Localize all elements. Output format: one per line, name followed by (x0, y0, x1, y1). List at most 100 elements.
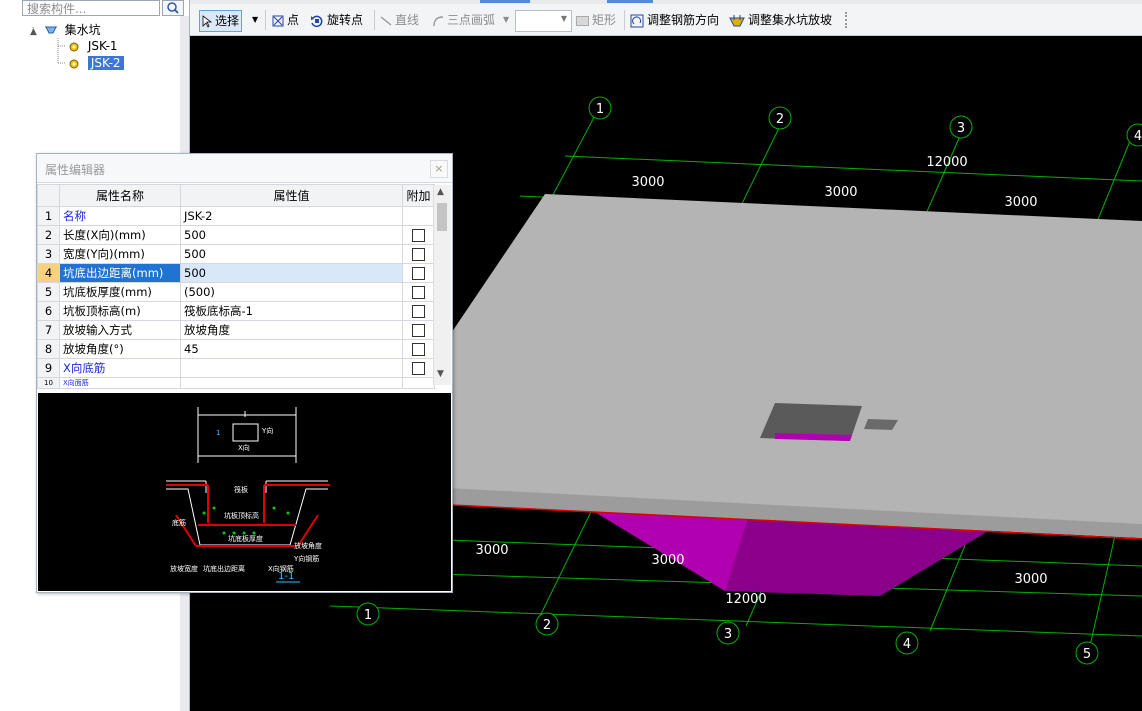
point-label: 点 (287, 13, 300, 27)
extra-checkbox[interactable] (412, 286, 425, 299)
toolbar-grip (845, 12, 849, 28)
axis-label-top-2: 2 (776, 112, 784, 127)
preview-mark-1: 1 (216, 429, 220, 437)
extra-checkbox[interactable] (412, 248, 425, 261)
preview-label-slope-angle: 放坡角度 (294, 541, 322, 550)
property-row[interactable]: 10 X向面筋 (37, 377, 435, 389)
dim-top-total: 12000 (926, 155, 967, 170)
row-number: 9 (37, 358, 60, 378)
preview-label-top-elev: 坑板顶标高 (224, 511, 259, 520)
dim-top-1: 3000 (631, 175, 664, 190)
property-row[interactable]: 9 X向底筋 (37, 358, 435, 378)
row-number: 1 (37, 206, 60, 226)
pit-section-preview: 1 X向 Y向 坑板顶标高 坑底板厚度 放坡角度 Y向钢筋 X向钢筋 放坡宽度 … (38, 393, 451, 591)
property-value[interactable]: 放坡角度 (180, 320, 403, 340)
grid-header-row: 属性名称 属性值 附加 (37, 184, 435, 207)
scroll-up-icon[interactable]: ▲ (437, 187, 444, 197)
collapse-arrow-icon[interactable]: ▲ (30, 27, 37, 37)
property-value[interactable]: 500 (180, 263, 403, 283)
property-row[interactable]: 3 宽度(Y向)(mm) 500 (37, 244, 435, 264)
axis-label-bottom-2: 2 (543, 618, 551, 633)
three-point-arc-label: 三点画弧 (447, 13, 496, 27)
preview-label-slope-width: 放坡宽度 (170, 564, 198, 573)
property-name: 放坡角度(°) (59, 339, 181, 359)
dim-bottom-1: 3000 (475, 543, 508, 558)
select-label: 选择 (215, 14, 240, 28)
property-name: 坑板顶标高(m) (59, 301, 181, 321)
property-value[interactable] (180, 358, 403, 378)
tree-item-jsk-1[interactable]: JSK-1 (68, 38, 118, 54)
row-number: 7 (37, 320, 60, 340)
axis-label-top-1: 1 (596, 102, 604, 117)
property-name: X向面筋 (59, 377, 181, 389)
property-extra (402, 206, 435, 226)
search-button[interactable] (162, 0, 184, 16)
property-value[interactable]: (500) (180, 282, 403, 302)
property-value[interactable] (180, 377, 403, 389)
scroll-thumb[interactable] (437, 203, 447, 231)
extra-checkbox[interactable] (412, 343, 425, 356)
axis-label-bottom-4: 4 (903, 637, 911, 652)
extra-checkbox[interactable] (412, 324, 425, 337)
header-num (37, 184, 60, 207)
line-button[interactable]: 直线 (380, 10, 419, 30)
select-dropdown-arrow[interactable]: ▼ (252, 10, 258, 30)
dim-bottom-3: 3000 (1014, 572, 1047, 587)
grid-scrollbar[interactable]: ▲ ▼ (433, 185, 451, 385)
point-button[interactable]: 点 (272, 10, 299, 30)
search-input[interactable]: 搜索构件... (22, 0, 160, 16)
property-row[interactable]: 2 长度(X向)(mm) 500 (37, 225, 435, 245)
property-name: 名称 (59, 206, 181, 226)
select-button[interactable]: 选择 (199, 10, 243, 32)
axis-label-bottom-3: 3 (724, 627, 732, 642)
property-name: X向底筋 (59, 358, 181, 378)
row-number: 10 (37, 377, 60, 389)
row-number: 4 (37, 263, 60, 283)
adjust-pit-slope-label: 调整集水坑放坡 (748, 13, 833, 27)
gear-icon (69, 42, 79, 51)
row-number: 3 (37, 244, 60, 264)
property-value[interactable]: 45 (180, 339, 403, 359)
property-value[interactable]: 500 (180, 225, 403, 245)
property-value[interactable]: 500 (180, 244, 403, 264)
extra-checkbox[interactable] (412, 362, 425, 375)
arc-icon (433, 15, 444, 26)
property-name: 宽度(Y向)(mm) (59, 244, 181, 264)
dim-top-2: 3000 (824, 185, 857, 200)
line-icon (380, 15, 392, 26)
arc-dropdown-arrow[interactable]: ▼ (503, 10, 509, 30)
property-row[interactable]: 6 坑板顶标高(m) 筏板底标高-1 (37, 301, 435, 321)
rotate-point-button[interactable]: 旋转点 (310, 10, 363, 30)
adjust-pit-slope-button[interactable]: 调整集水坑放坡 (729, 10, 832, 30)
property-row[interactable]: 5 坑底板厚度(mm) (500) (37, 282, 435, 302)
axis-label-bottom-5: 5 (1083, 647, 1091, 662)
line-label: 直线 (395, 13, 420, 27)
extra-checkbox[interactable] (412, 305, 425, 318)
property-row-selected[interactable]: 4 坑底出边距离(mm) 500 (37, 263, 435, 283)
three-point-arc-button[interactable]: 三点画弧 (432, 10, 495, 30)
property-row[interactable]: 7 放坡输入方式 放坡角度 (37, 320, 435, 340)
arc-mode-select[interactable]: ▼ (515, 10, 572, 32)
extra-checkbox[interactable] (412, 267, 425, 280)
point-icon (272, 15, 284, 26)
scroll-down-icon[interactable]: ▼ (437, 369, 444, 379)
adjust-rebar-direction-button[interactable]: 调整钢筋方向 (630, 10, 719, 30)
tree-root[interactable]: ▲ 集水坑 (30, 22, 101, 38)
property-value[interactable]: JSK-2 (180, 206, 403, 226)
preview-label-y-rebar: Y向钢筋 (293, 554, 319, 563)
gear-icon (69, 59, 79, 68)
property-row[interactable]: 8 放坡角度(°) 45 (37, 339, 435, 359)
dim-top-3: 3000 (1004, 195, 1037, 210)
preview-section-label: 1-1 (278, 571, 294, 582)
dim-bottom-2: 3000 (651, 553, 684, 568)
tree-item-jsk-2[interactable]: JSK-2 (68, 55, 125, 71)
close-button[interactable]: × (430, 160, 448, 178)
property-row[interactable]: 1 名称 JSK-2 (37, 206, 435, 226)
rectangle-button[interactable]: 矩形 (576, 10, 616, 30)
property-editor-titlebar[interactable]: 属性编辑器 × (37, 154, 452, 183)
row-number: 8 (37, 339, 60, 359)
property-name: 坑底出边距离(mm) (59, 263, 181, 283)
extra-checkbox[interactable] (412, 229, 425, 242)
cursor-icon (202, 15, 212, 28)
property-value[interactable]: 筏板底标高-1 (180, 301, 403, 321)
